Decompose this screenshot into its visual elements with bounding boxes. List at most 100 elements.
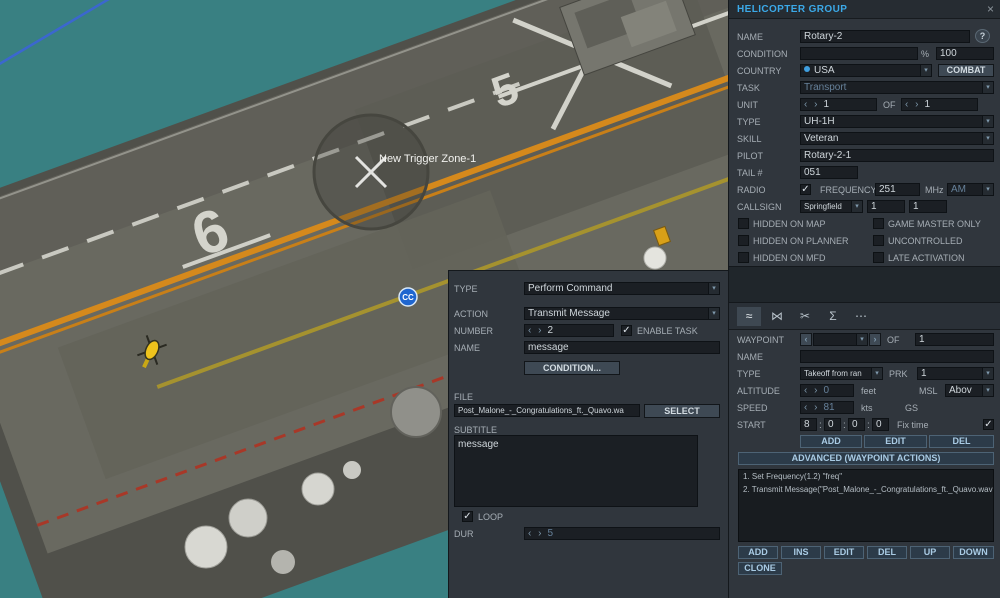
task-dropdown[interactable]: Transport ▾ xyxy=(800,81,994,94)
spinner-arrows-icon[interactable]: ‹ › xyxy=(528,528,543,539)
chevron-down-icon: ▾ xyxy=(708,283,719,294)
waypoint-actions-list[interactable]: 1. Set Frequency(1.2) "freq" 2. Transmit… xyxy=(738,469,994,542)
hidden-on-mfd-checkbox[interactable] xyxy=(738,252,749,263)
dur-spinner[interactable]: ‹ › 5 xyxy=(524,527,720,540)
speed-spinner[interactable]: ‹ › 81 xyxy=(800,401,854,414)
action-name-input[interactable]: message xyxy=(524,341,720,354)
start-hours-input[interactable]: 8 xyxy=(800,418,817,431)
skill-label: SKILL xyxy=(737,134,762,144)
action-add-button[interactable]: ADD xyxy=(738,546,778,559)
start-seconds-input[interactable]: 0 xyxy=(848,418,865,431)
clone-button[interactable]: CLONE xyxy=(738,562,782,575)
tab-summary-icon[interactable]: Σ xyxy=(821,307,845,326)
condition-percent-input[interactable]: 100 xyxy=(936,47,994,60)
start-ms-input[interactable]: 0 xyxy=(872,418,889,431)
waypoint-label: WAYPOINT xyxy=(737,335,784,345)
tail-number-input[interactable]: 051 xyxy=(800,166,858,179)
altitude-spinner[interactable]: ‹ › 0 xyxy=(800,384,854,397)
late-activation-checkbox[interactable] xyxy=(873,252,884,263)
help-button[interactable]: ? xyxy=(975,29,990,43)
uncontrolled-checkbox[interactable] xyxy=(873,235,884,246)
action-edit-button[interactable]: EDIT xyxy=(824,546,864,559)
radio-checkbox[interactable] xyxy=(800,184,811,195)
subtitle-textarea[interactable]: message xyxy=(454,435,698,507)
hidden-on-planner-label: HIDDEN ON PLANNER xyxy=(753,236,849,246)
tab-payload-icon[interactable]: ✂ xyxy=(793,307,817,326)
waypoint-total-input[interactable]: 1 xyxy=(915,333,994,346)
callsign-position-input[interactable]: 1 xyxy=(909,200,947,213)
helicopter-group-panel: HELICOPTER GROUP × NAME Rotary-2 ? CONDI… xyxy=(728,0,1000,598)
hidden-on-map-checkbox[interactable] xyxy=(738,218,749,229)
waypoint-name-input[interactable] xyxy=(800,350,994,363)
time-separator: : xyxy=(843,420,846,431)
waypoint-type-dropdown[interactable]: Takeoff from ran ▾ xyxy=(800,367,883,380)
parking-dropdown[interactable]: 1 ▾ xyxy=(917,367,994,380)
country-dropdown[interactable]: USA ▾ xyxy=(800,64,932,77)
panel-header: HELICOPTER GROUP × xyxy=(729,0,1000,19)
tab-more-icon[interactable]: ⋯ xyxy=(849,307,873,326)
waypoint-prev-icon[interactable]: ‹ xyxy=(800,333,812,346)
action-del-button[interactable]: DEL xyxy=(867,546,907,559)
spinner-arrows-icon[interactable]: ‹ › xyxy=(804,385,819,396)
waypoint-del-button[interactable]: DEL xyxy=(929,435,994,448)
waypoint-add-button[interactable]: ADD xyxy=(800,435,862,448)
modulation-dropdown[interactable]: AM ▾ xyxy=(947,183,994,196)
task-label: TASK xyxy=(737,83,760,93)
waypoint-select-dropdown[interactable]: ▾ xyxy=(813,333,868,346)
combat-button[interactable]: COMBAT xyxy=(938,64,994,77)
action-ins-button[interactable]: INS xyxy=(781,546,821,559)
spinner-arrows-icon[interactable]: ‹ › xyxy=(905,99,920,110)
unit-total-spinner[interactable]: ‹ › 1 xyxy=(901,98,978,111)
list-item[interactable]: 2. Transmit Message("Post_Malone_-_Congr… xyxy=(739,483,993,496)
action-type-dropdown[interactable]: Perform Command ▾ xyxy=(524,282,720,295)
hidden-on-planner-checkbox[interactable] xyxy=(738,235,749,246)
group-name-input[interactable]: Rotary-2 xyxy=(800,30,970,43)
game-master-only-label: GAME MASTER ONLY xyxy=(888,219,981,229)
pilot-label: PILOT xyxy=(737,151,764,161)
percent-sign: % xyxy=(921,49,930,59)
start-minutes-input[interactable]: 0 xyxy=(824,418,841,431)
altitude-unit-label: feet xyxy=(861,386,877,396)
waypoint-badge[interactable]: CC xyxy=(398,287,418,307)
unit-count-spinner[interactable]: ‹ › 1 xyxy=(800,98,877,111)
action-up-button[interactable]: UP xyxy=(910,546,950,559)
action-down-button[interactable]: DOWN xyxy=(953,546,994,559)
action-label: ACTION xyxy=(454,309,489,319)
tab-route-icon[interactable]: ≈ xyxy=(737,307,761,326)
chevron-down-icon: ▾ xyxy=(982,184,993,195)
tab-triggered-actions-icon[interactable]: ⋈ xyxy=(765,307,789,326)
file-input[interactable]: Post_Malone_-_Congratulations_ft._Quavo.… xyxy=(454,404,640,417)
advanced-waypoint-actions-button[interactable]: ADVANCED (WAYPOINT ACTIONS) xyxy=(738,452,994,465)
altitude-mode-dropdown[interactable]: Abov ▾ xyxy=(945,384,994,397)
speed-unit-label: kts xyxy=(861,403,873,413)
unit-type-dropdown[interactable]: UH-1H ▾ xyxy=(800,115,994,128)
action-dropdown[interactable]: Transmit Message ▾ xyxy=(524,307,720,320)
action-type-label: TYPE xyxy=(454,284,478,294)
loop-checkbox[interactable] xyxy=(462,511,473,522)
close-icon[interactable]: × xyxy=(987,2,994,16)
condition-input[interactable] xyxy=(800,47,918,60)
hidden-on-mfd-label: HIDDEN ON MFD xyxy=(753,253,826,263)
fix-time-checkbox[interactable] xyxy=(983,419,994,430)
select-file-button[interactable]: SELECT xyxy=(644,404,720,418)
spinner-arrows-icon[interactable]: ‹ › xyxy=(528,325,543,336)
mhz-label: MHz xyxy=(925,185,944,195)
waypoint-next-icon[interactable]: › xyxy=(869,333,881,346)
callsign-dropdown[interactable]: Springfield ▾ xyxy=(800,200,863,213)
action-name-label: NAME xyxy=(454,343,481,353)
pilot-input[interactable]: Rotary-2-1 xyxy=(800,149,994,162)
chevron-down-icon: ▾ xyxy=(708,308,719,319)
spinner-arrows-icon[interactable]: ‹ › xyxy=(804,99,819,110)
enable-task-checkbox[interactable] xyxy=(621,325,632,336)
number-spinner[interactable]: ‹ › 2 xyxy=(524,324,614,337)
frequency-input[interactable]: 251 xyxy=(875,183,920,196)
enable-task-label: ENABLE TASK xyxy=(637,326,698,336)
skill-dropdown[interactable]: Veteran ▾ xyxy=(800,132,994,145)
waypoint-edit-button[interactable]: EDIT xyxy=(864,435,927,448)
game-master-only-checkbox[interactable] xyxy=(873,218,884,229)
list-item[interactable]: 1. Set Frequency(1.2) "freq" xyxy=(739,470,993,483)
callsign-flight-input[interactable]: 1 xyxy=(867,200,905,213)
time-separator: : xyxy=(867,420,870,431)
condition-button[interactable]: CONDITION... xyxy=(524,361,620,375)
spinner-arrows-icon[interactable]: ‹ › xyxy=(804,402,819,413)
